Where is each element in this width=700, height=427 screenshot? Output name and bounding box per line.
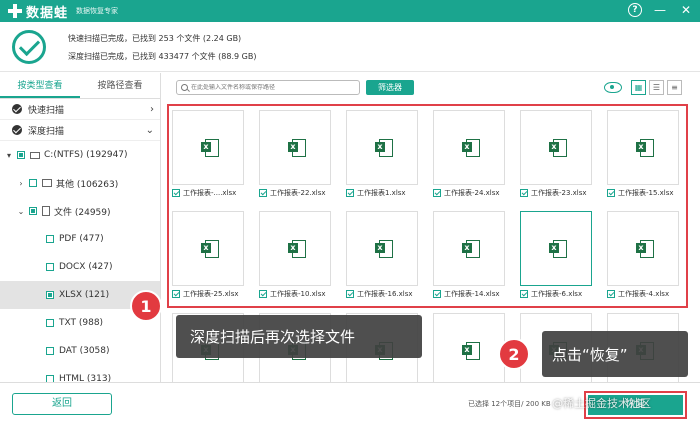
search-icon: [181, 84, 188, 91]
quick-scan-item[interactable]: 快速扫描 ›: [0, 99, 160, 120]
back-button[interactable]: 返回: [12, 393, 112, 415]
selection-info: 已选择 12个项目/ 200 KB: [468, 400, 551, 408]
file-thumbnail[interactable]: [433, 313, 505, 382]
close-button[interactable]: ✕: [678, 2, 694, 18]
tree-item-c-drive[interactable]: ▾ C:(NTFS) (192947): [0, 141, 160, 169]
search-input[interactable]: [191, 84, 351, 91]
search-box[interactable]: [176, 80, 360, 95]
watermark-text: @稀土掘金技术社区: [552, 397, 651, 410]
checkbox[interactable]: [29, 179, 37, 187]
tab-by-type[interactable]: 按类型查看: [0, 73, 80, 98]
partial-checkbox[interactable]: [46, 291, 54, 299]
checkbox[interactable]: [46, 347, 54, 355]
grid-view-icon[interactable]: ▦: [631, 80, 646, 95]
excel-file-icon: [462, 342, 480, 360]
tree-item-docx[interactable]: DOCX (427): [0, 253, 160, 281]
check-circle-icon: [12, 30, 46, 64]
checkbox[interactable]: [46, 235, 54, 243]
file-icon: [42, 206, 50, 216]
detail-view-icon[interactable]: ≡: [667, 80, 682, 95]
folder-icon: [42, 179, 52, 187]
expand-toggle-icon[interactable]: ▾: [4, 151, 14, 160]
tab-by-path[interactable]: 按路径查看: [80, 73, 160, 98]
help-icon[interactable]: ?: [628, 3, 642, 17]
minimize-button[interactable]: —: [652, 2, 668, 18]
content-toolbar: 筛选器 ▦ ☰ ≡: [162, 73, 700, 103]
preview-eye-icon[interactable]: [604, 82, 622, 93]
title-bar: 数据蛙 数据恢复专家 ? — ✕: [0, 0, 700, 22]
tree-item-html[interactable]: HTML (313): [0, 365, 160, 382]
partial-checkbox[interactable]: [17, 151, 25, 159]
step1-badge: 1: [130, 290, 162, 322]
quick-scan-status: 快速扫描已完成，已找到 253 个文件 (2.24 GB): [68, 34, 242, 43]
drive-icon: [30, 151, 40, 159]
scan-status-panel: 快速扫描已完成，已找到 253 个文件 (2.24 GB) 深度扫描已完成，已找…: [0, 22, 700, 72]
app-subtitle: 数据恢复专家: [76, 7, 119, 15]
step1-callout: 深度扫描后再次选择文件: [176, 315, 422, 358]
plus-logo-icon: [8, 4, 22, 18]
deep-scan-item[interactable]: 深度扫描 ⌄: [0, 120, 160, 141]
partial-checkbox[interactable]: [29, 207, 37, 215]
step2-callout: 点击“恢复”: [542, 331, 688, 377]
chevron-down-icon: ⌄: [145, 125, 154, 136]
file-card[interactable]: [433, 313, 505, 382]
chevron-down-icon[interactable]: ⌄: [16, 207, 26, 216]
tree-item-dat[interactable]: DAT (3058): [0, 337, 160, 365]
app-name: 数据蛙: [26, 5, 69, 21]
step2-badge: 2: [498, 338, 530, 370]
chevron-right-icon: ›: [150, 104, 154, 115]
checkbox[interactable]: [46, 263, 54, 271]
tree-item-other[interactable]: › 其他 (106263): [0, 169, 160, 197]
deep-scan-status: 深度扫描已完成，已找到 433477 个文件 (88.9 GB): [68, 52, 257, 61]
tree-item-files[interactable]: ⌄ 文件 (24959): [0, 197, 160, 225]
highlight-box: [167, 104, 688, 308]
checkbox[interactable]: [46, 319, 54, 327]
app-logo: 数据蛙 数据恢复专家: [8, 2, 118, 21]
checkbox[interactable]: [46, 375, 54, 382]
filter-button[interactable]: 筛选器: [366, 80, 414, 95]
sidebar: 按类型查看 按路径查看 快速扫描 › 深度扫描 ⌄ ▾ C:(NTFS) (19…: [0, 73, 161, 382]
checked-circle-icon: [12, 104, 22, 114]
chevron-right-icon[interactable]: ›: [16, 179, 26, 188]
list-view-icon[interactable]: ☰: [649, 80, 664, 95]
checked-circle-icon: [12, 125, 22, 135]
tree-item-pdf[interactable]: PDF (477): [0, 225, 160, 253]
